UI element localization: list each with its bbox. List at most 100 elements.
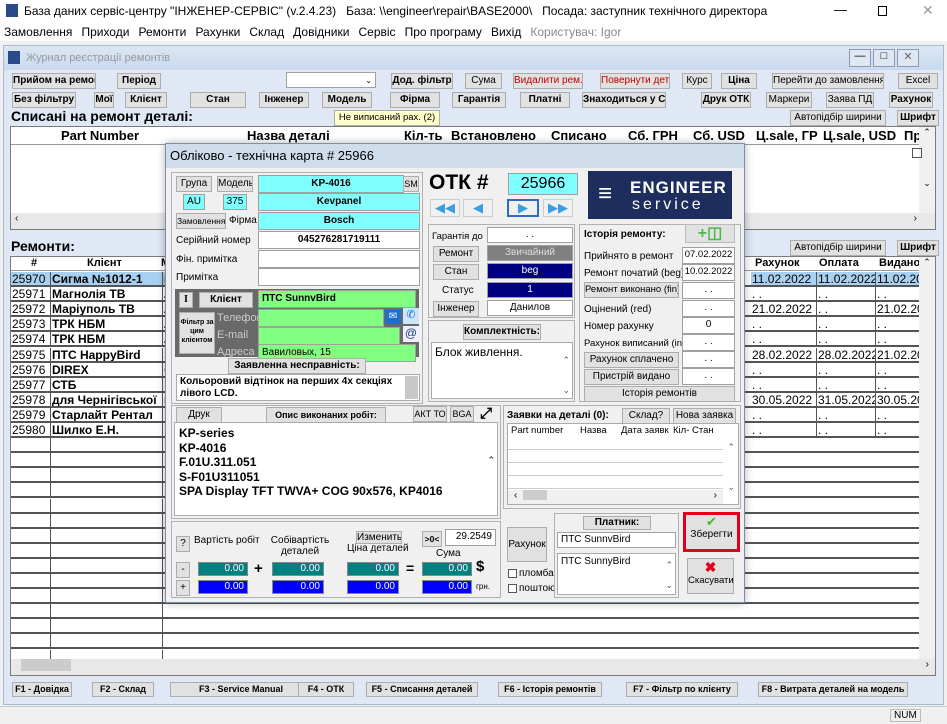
menu-exit[interactable]: Вихід [491,25,521,39]
delete-repair-button[interactable]: Видалити рем. [513,73,583,89]
menu-about[interactable]: Про програму [405,25,482,39]
order-button[interactable]: Замовлення [176,213,226,229]
col-invoice[interactable]: Рахунок [755,257,800,270]
rate-button[interactable]: Курс [682,73,712,89]
req-col-qty[interactable]: Кіл-т [673,425,689,436]
completeness-text[interactable]: Блок живлення. ⌃ ⌄ [431,342,573,399]
req-col-name[interactable]: Назва [580,425,607,436]
parts-price-uah-field[interactable]: 0.00 [347,580,399,594]
fkey-button-1[interactable]: F1 - Довідка [12,682,72,697]
parts-cost-usd-field[interactable]: 0.00 [272,562,324,576]
autofit-button[interactable]: Автопідбір ширини [790,240,886,256]
model-field[interactable]: KP-4016 [258,175,404,193]
return-parts-button[interactable]: Повернути дет. [600,73,670,89]
client-button[interactable]: Клієнт [199,292,253,308]
parts-vscroll[interactable]: ⌃ ⌄ [919,127,935,213]
device-issued-button[interactable]: Пристрій видано [584,369,679,385]
mine-button[interactable]: Мої [94,92,114,108]
defect-scrollbar[interactable] [405,376,418,399]
add-history-icon[interactable]: +◫ [685,224,735,243]
col-id[interactable]: # [31,257,37,270]
repair-done-field[interactable]: . . [682,282,735,299]
defect-text[interactable]: Кольоровий відтінок на перших 4х секціях… [176,374,420,401]
col-qty[interactable]: Кіл-ть [404,127,443,144]
call-icon[interactable]: ✆ [403,308,419,324]
invoiced-field[interactable]: . . [682,334,735,351]
bga-button[interactable]: BGA [450,406,474,422]
warranty-filter-button[interactable]: Гарантія [452,92,506,108]
autofit-button-top[interactable]: Автопідбір ширини [790,110,886,126]
repair-type-button[interactable]: Ремонт [433,246,479,262]
device-issued-field[interactable]: . . [682,368,735,385]
completeness-button[interactable]: Комплектність: [463,324,541,340]
print-otk-button[interactable]: Друк ОТК [701,92,751,108]
invoice-paid-field[interactable]: . . [682,351,735,368]
excel-button[interactable]: Excel [898,73,938,89]
invoice-paid-button[interactable]: Рахунок сплачено [584,352,679,368]
in-sc-filter-button[interactable]: Знаходиться у СЦ [582,92,666,108]
col-issued[interactable]: Видано [879,257,920,270]
maximize-button[interactable] [878,6,887,16]
warranty-field[interactable]: . . [487,227,573,243]
state-filter-button[interactable]: Стан [190,92,246,108]
sum-uah-field[interactable]: 0.00 [422,580,472,594]
menu-warehouse[interactable]: Склад [249,25,284,39]
journal-maximize-button[interactable]: □ [873,49,895,67]
minus-button[interactable]: - [176,562,190,578]
email-field[interactable] [258,327,400,345]
fkey-button-4[interactable]: F4 - ОТК [298,682,354,697]
note-field[interactable] [258,268,420,286]
menu-invoices[interactable]: Рахунки [195,25,240,39]
zero-button[interactable]: >0< [422,531,442,547]
payer-details[interactable]: ПТС SunnyBird ⌃ ⌄ [557,553,676,595]
col-sale-usd[interactable]: Ц.sale, USD [823,127,896,144]
col-sum-usd[interactable]: Сб. USD [693,127,745,144]
repairs-vscroll[interactable]: ⌃ [919,257,935,661]
engineer-field[interactable]: Данилов [487,300,573,316]
req-col-date[interactable]: Дата заявк [621,425,673,436]
rate-field[interactable]: 29.2549 [445,529,496,546]
model-name-field[interactable]: Kevpanel [258,193,420,211]
col-part-name[interactable]: Назва деталі [247,127,330,144]
started-field[interactable]: 10.02.2022 [682,264,735,281]
rated-field[interactable]: . . [682,300,735,317]
col-client[interactable]: Клієнт [87,257,122,270]
repair-row-empty[interactable] [11,634,921,650]
req-hscroll[interactable]: ‹ › [508,490,723,504]
invoice-filter-button[interactable]: Рахунок [889,92,933,108]
fkey-button-2[interactable]: F2 - Склад [92,682,154,697]
menu-repairs[interactable]: Ремонти [138,25,186,39]
close-button[interactable]: ✕ [922,2,934,19]
col-part-number[interactable]: Part Number [61,127,139,144]
fin-note-field[interactable] [258,250,420,268]
sm-button[interactable]: SM [403,176,419,192]
next-record-button[interactable]: ▶ [507,199,539,217]
phone-field[interactable] [258,309,384,327]
menu-incoming[interactable]: Приходи [81,25,129,39]
minimize-button[interactable]: — [834,2,847,17]
col-sale-uah[interactable]: Ц.sale, ГР [756,127,818,144]
work-uah-field[interactable]: 0.00 [198,580,248,594]
otk-number-field[interactable]: 25966 [508,173,578,195]
price-button[interactable]: Ціна [721,73,757,89]
email-icon[interactable]: @ [403,326,419,342]
completeness-scrollbar[interactable]: ⌃ ⌄ [562,345,570,405]
state-field[interactable]: beg [487,263,573,279]
works-text[interactable]: KP-series KP-4016 F.01U.311.051 S-F01U31105… [174,422,498,535]
parts-price-usd-field[interactable]: 0.00 [347,562,399,576]
model-filter-button[interactable]: Модель [322,92,372,108]
save-button[interactable]: ✔ Зберегти [683,512,740,552]
accepted-field[interactable]: 07.02.2022 [682,247,735,264]
extra-filter-button[interactable]: Дод. фільтр [391,73,453,89]
act-to-button[interactable]: АКТ ТО [413,406,447,422]
period-button[interactable]: Період [117,73,161,89]
client-filter-button[interactable]: Клієнт [125,92,167,108]
journal-close-button[interactable]: ✕ [897,49,919,67]
client-info-button[interactable]: I [179,292,193,308]
model-code-field[interactable]: 375 [223,194,247,210]
parts-row-checkbox[interactable] [912,148,922,158]
fkey-button-8[interactable]: F8 - Витрата деталей на модель [758,682,908,697]
req-col-part-number[interactable]: Part number [511,425,563,436]
reception-button[interactable]: Прийом на ремонт [12,73,96,89]
status-field[interactable]: 1 [487,282,573,298]
